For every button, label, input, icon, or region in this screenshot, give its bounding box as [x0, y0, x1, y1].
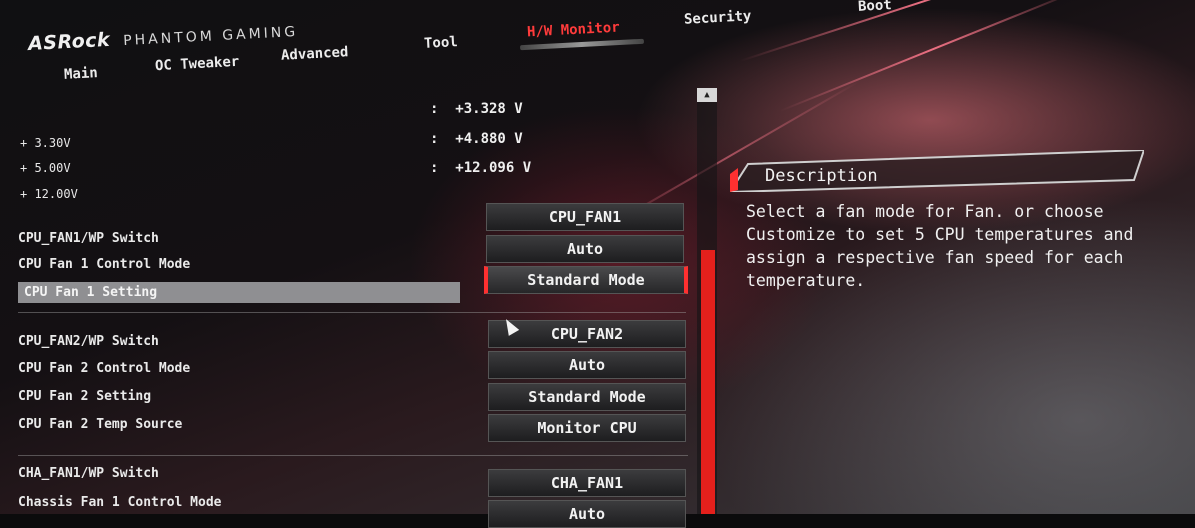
- setting-value-cpu-fan1-wp-switch[interactable]: CPU_FAN1: [486, 203, 684, 231]
- tab-advanced[interactable]: Advanced: [281, 44, 349, 64]
- setting-value-chassis-fan1-control-mode[interactable]: Auto: [488, 500, 686, 528]
- voltage-value-3v3: : +3.328 V: [430, 101, 523, 117]
- voltage-value-5v: : +4.880 V: [430, 131, 523, 147]
- setting-value-cpu-fan2-setting[interactable]: Standard Mode: [488, 383, 686, 411]
- top-navigation: ASRock PHANTOM GAMING Main OC Tweaker Ad…: [0, 0, 1195, 90]
- settings-scrollbar[interactable]: ▲: [697, 88, 717, 514]
- setting-value-cpu-fan2-control-mode[interactable]: Auto: [488, 351, 686, 379]
- setting-label-chassis-fan1-control-mode[interactable]: Chassis Fan 1 Control Mode: [18, 495, 222, 510]
- brand-name: ASRock: [27, 28, 111, 56]
- description-title: Description: [765, 166, 878, 186]
- setting-value-cpu-fan2-temp-source[interactable]: Monitor CPU: [488, 414, 686, 442]
- voltage-label-12v: + 12.00V: [20, 187, 78, 201]
- setting-value-cpu-fan2-wp-switch[interactable]: CPU_FAN2: [488, 320, 686, 348]
- voltage-value-12v: : +12.096 V: [430, 160, 532, 176]
- brand-subtitle: PHANTOM GAMING: [122, 23, 299, 50]
- description-text: Select a fan mode for Fan. or choose Cus…: [746, 202, 1134, 290]
- active-tab-indicator: [519, 38, 645, 51]
- tab-hw-monitor[interactable]: H/W Monitor: [527, 20, 620, 41]
- setting-label-cpu-fan2-wp-switch[interactable]: CPU_FAN2/WP Switch: [18, 334, 159, 349]
- setting-label-cpu-fan1-setting[interactable]: CPU Fan 1 Setting: [18, 282, 460, 303]
- tab-main[interactable]: Main: [64, 65, 99, 83]
- setting-label-cpu-fan2-setting[interactable]: CPU Fan 2 Setting: [18, 389, 151, 404]
- setting-value-cpu-fan1-control-mode[interactable]: Auto: [486, 235, 684, 263]
- tab-tool[interactable]: Tool: [424, 34, 459, 52]
- setting-value-cha-fan1-wp-switch[interactable]: CHA_FAN1: [488, 469, 686, 497]
- setting-label-cpu-fan1-control-mode[interactable]: CPU Fan 1 Control Mode: [18, 257, 190, 272]
- scroll-up-arrow-icon[interactable]: ▲: [697, 88, 717, 102]
- setting-value-cpu-fan1-setting[interactable]: Standard Mode: [484, 266, 688, 294]
- brand-logo: ASRock PHANTOM GAMING: [28, 19, 299, 55]
- tab-boot[interactable]: Boot: [858, 0, 893, 15]
- setting-label-cpu-fan2-temp-source[interactable]: CPU Fan 2 Temp Source: [18, 417, 182, 432]
- tab-oc-tweaker[interactable]: OC Tweaker: [155, 54, 240, 74]
- scrollbar-thumb[interactable]: [701, 250, 715, 514]
- setting-label-cpu-fan1-wp-switch[interactable]: CPU_FAN1/WP Switch: [18, 231, 159, 246]
- group-divider: [18, 312, 686, 313]
- voltage-label-5v: + 5.00V: [20, 161, 71, 175]
- setting-label-cpu-fan2-control-mode[interactable]: CPU Fan 2 Control Mode: [18, 361, 190, 376]
- setting-label-cha-fan1-wp-switch[interactable]: CHA_FAN1/WP Switch: [18, 466, 159, 481]
- tab-security[interactable]: Security: [684, 8, 752, 28]
- group-divider: [18, 455, 688, 456]
- voltage-label-3v3: + 3.30V: [20, 136, 71, 150]
